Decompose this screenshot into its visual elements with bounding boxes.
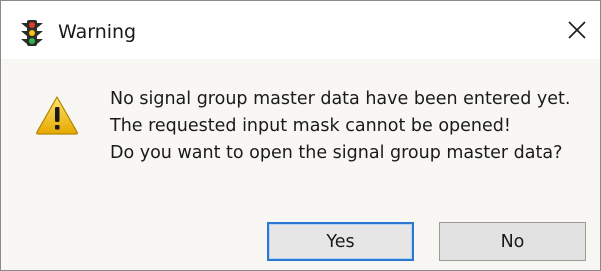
- message-line: The requested input mask cannot be opene…: [110, 116, 511, 136]
- close-button[interactable]: [560, 15, 594, 49]
- warning-triangle-icon: [35, 95, 79, 135]
- close-icon: [567, 20, 587, 44]
- warning-dialog: Warning No signal group master data have…: [0, 0, 601, 271]
- traffic-light-icon: [19, 19, 45, 47]
- window-title: Warning: [58, 21, 137, 43]
- message-line: Do you want to open the signal group mas…: [110, 143, 563, 163]
- message-line: No signal group master data have been en…: [110, 89, 571, 109]
- yes-button[interactable]: Yes: [267, 222, 414, 261]
- title-bar[interactable]: Warning: [1, 1, 600, 59]
- no-button[interactable]: No: [439, 222, 586, 261]
- message-text: No signal group master data have been en…: [110, 86, 570, 167]
- dialog-body: No signal group master data have been en…: [1, 59, 600, 270]
